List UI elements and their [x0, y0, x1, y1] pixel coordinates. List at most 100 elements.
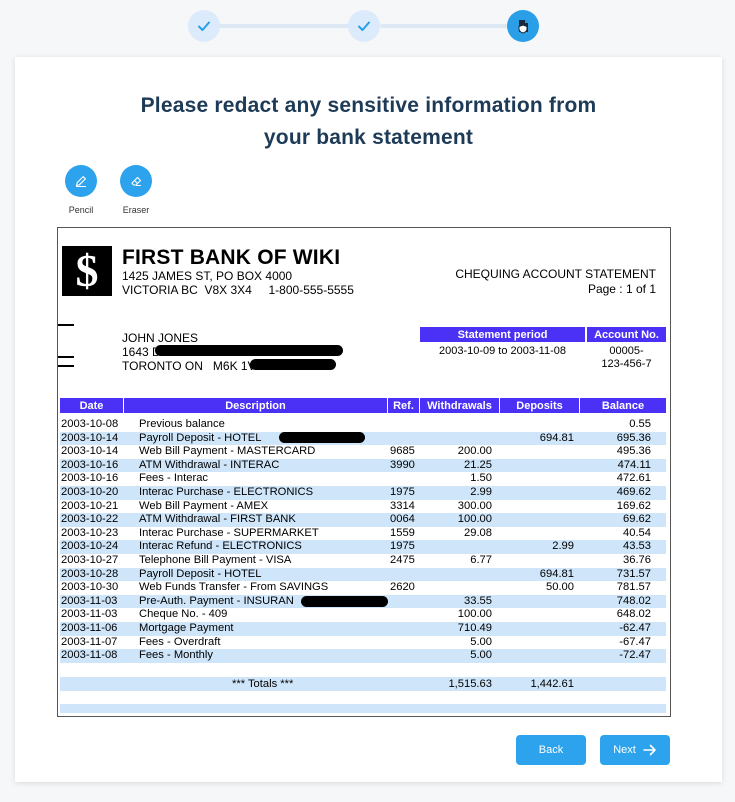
table-row: 2003-10-16 Fees - Interac 1.50 472.61 — [60, 472, 666, 486]
cell-ref: 2620 — [390, 581, 415, 594]
cell-description: Payroll Deposit - HOTEL — [139, 567, 262, 580]
cell-description: ATM Withdrawal - FIRST BANK — [139, 513, 296, 526]
cell-date: 2003-10-30 — [61, 581, 119, 594]
check-icon — [358, 21, 370, 31]
cell-ref: 1975 — [390, 486, 415, 498]
eraser-tool-label: Eraser — [122, 205, 150, 215]
cell-balance: 69.62 — [623, 513, 651, 526]
cell-date: 2003-11-03 — [61, 608, 118, 621]
bank-name: FIRST BANK OF WIKI — [122, 246, 341, 269]
redaction-card: Please redact any sensitive information … — [15, 57, 722, 782]
page-number: Page : 1 of 1 — [587, 282, 656, 296]
cell-deposits: 50.00 — [546, 581, 574, 594]
cell-deposits: 694.81 — [539, 567, 574, 580]
table-row: 2003-10-14 Web Bill Payment - MASTERCARD 9… — [60, 445, 666, 459]
table-row: 2003-10-16 ATM Withdrawal - INTERAC 3990 21… — [60, 458, 666, 473]
page-title-line1: Please redact any sensitive information … — [140, 94, 597, 117]
cell-withdrawals: 300.00 — [457, 499, 492, 512]
table-row: 2003-11-06 Mortgage Payment 710.49 -62.47 — [60, 622, 666, 636]
customer-address-line2: TORONTO ON M6K 1V — [122, 359, 256, 373]
cell-balance: 469.62 — [616, 486, 651, 498]
cell-ref: 1559 — [390, 526, 415, 539]
cell-ref: 3990 — [390, 458, 415, 471]
pencil-tool[interactable]: Pencil — [56, 165, 106, 215]
cell-balance: 731.57 — [616, 567, 651, 580]
account-number-line1: 00005- — [609, 345, 644, 357]
redaction-mark[interactable] — [250, 359, 336, 370]
page-title-line2: your bank statement — [263, 126, 474, 149]
dollar-logo-icon: $ — [75, 245, 99, 296]
cell-balance: 648.02 — [616, 608, 651, 621]
cell-date: 2003-10-28 — [61, 567, 119, 580]
cell-ref: 9685 — [390, 445, 415, 458]
cell-deposits: 2.99 — [552, 540, 574, 553]
back-button[interactable]: Back — [516, 735, 586, 765]
cell-description: Telephone Bill Payment - VISA — [139, 554, 292, 566]
next-button-label: Next — [613, 744, 636, 756]
table-row: 2003-10-23 Interac Purchase - SUPERMARKET… — [60, 527, 666, 541]
customer-name: JOHN JONES — [122, 331, 199, 345]
cell-date: 2003-10-23 — [61, 526, 119, 539]
statement-period-header: Statement period — [420, 327, 585, 342]
cell-withdrawals: 5.00 — [470, 635, 492, 648]
table-row: 2003-11-07 Fees - Overdraft 5.00 -67.47 — [60, 636, 666, 650]
edge-mark — [58, 356, 74, 358]
cell-description: Web Bill Payment - AMEX — [139, 499, 269, 512]
column-header-date: Date — [60, 398, 124, 413]
cell-balance: 695.36 — [616, 431, 651, 444]
edge-mark — [58, 324, 74, 326]
table-row: 2003-10-30 Web Funds Transfer - From SAVI… — [60, 581, 666, 595]
cell-deposits: 694.81 — [539, 431, 574, 444]
column-header-description: Description — [124, 398, 388, 413]
cell-date: 2003-10-16 — [61, 472, 119, 485]
step-2-complete — [348, 10, 380, 42]
cell-balance: 40.54 — [623, 526, 651, 539]
cell-description: Fees - Interac — [139, 472, 209, 485]
table-row: 2003-10-22 ATM Withdrawal - FIRST BANK 006… — [60, 513, 666, 527]
eraser-tool[interactable]: Eraser — [111, 165, 161, 215]
cell-ref: 2475 — [390, 554, 415, 566]
cell-withdrawals: 21.25 — [464, 458, 492, 471]
next-button[interactable]: Next — [600, 735, 670, 765]
cell-ref: 0064 — [390, 513, 415, 526]
cell-withdrawals: 710.49 — [457, 622, 492, 634]
table-row: 2003-10-08 Previous balance 0.55 — [60, 418, 666, 432]
eraser-icon — [131, 176, 142, 186]
column-header-deposits: Deposits — [500, 398, 580, 413]
cell-balance: 474.11 — [617, 458, 651, 471]
redaction-mark[interactable] — [279, 432, 365, 443]
cell-withdrawals: 1.50 — [470, 472, 492, 485]
table-row: 2003-10-20 Interac Purchase - ELECTRONICS… — [60, 486, 666, 500]
table-row: 2003-11-03 Cheque No. - 409 100.00 648.02 — [60, 608, 666, 622]
cell-balance: -62.47 — [619, 622, 651, 634]
cell-description: Previous balance — [139, 418, 225, 430]
totals-deposits: 1,442.61 — [530, 678, 574, 690]
cell-description: Web Funds Transfer - From SAVINGS — [139, 581, 329, 594]
page-title: Please redact any sensitive information … — [15, 90, 722, 154]
cell-date: 2003-11-03 — [61, 594, 118, 607]
cell-date: 2003-10-21 — [61, 499, 119, 512]
cell-withdrawals: 29.08 — [464, 526, 492, 539]
cell-date: 2003-11-08 — [61, 649, 118, 662]
cell-description: Interac Refund - ELECTRONICS — [139, 540, 302, 553]
cell-withdrawals: 6.77 — [470, 554, 492, 566]
table-row: 2003-11-08 Fees - Monthly 5.00 -72.47 — [60, 649, 666, 663]
progress-stepper — [0, 9, 735, 43]
cell-balance: -72.47 — [619, 649, 651, 662]
cell-balance: 169.62 — [616, 499, 651, 512]
redaction-mark[interactable] — [155, 345, 343, 356]
cell-balance: 472.61 — [616, 472, 651, 485]
cell-withdrawals: 200.00 — [457, 445, 492, 458]
cell-date: 2003-10-24 — [61, 540, 119, 553]
pencil-tool-button[interactable] — [65, 165, 97, 197]
column-header-ref: Ref. — [388, 398, 420, 413]
stepper-connector-2 — [380, 24, 510, 28]
cell-ref: 1975 — [390, 540, 415, 553]
cell-balance: 36.76 — [623, 554, 651, 566]
table-row: 2003-10-21 Web Bill Payment - AMEX 3314 300… — [60, 500, 666, 514]
check-icon — [198, 21, 210, 31]
redaction-mark[interactable] — [301, 596, 388, 607]
bank-statement-canvas[interactable]: $ FIRST BANK OF WIKI 1425 JAMES ST, PO B… — [57, 227, 671, 717]
cell-withdrawals: 33.55 — [464, 594, 492, 607]
eraser-tool-button[interactable] — [120, 165, 152, 197]
